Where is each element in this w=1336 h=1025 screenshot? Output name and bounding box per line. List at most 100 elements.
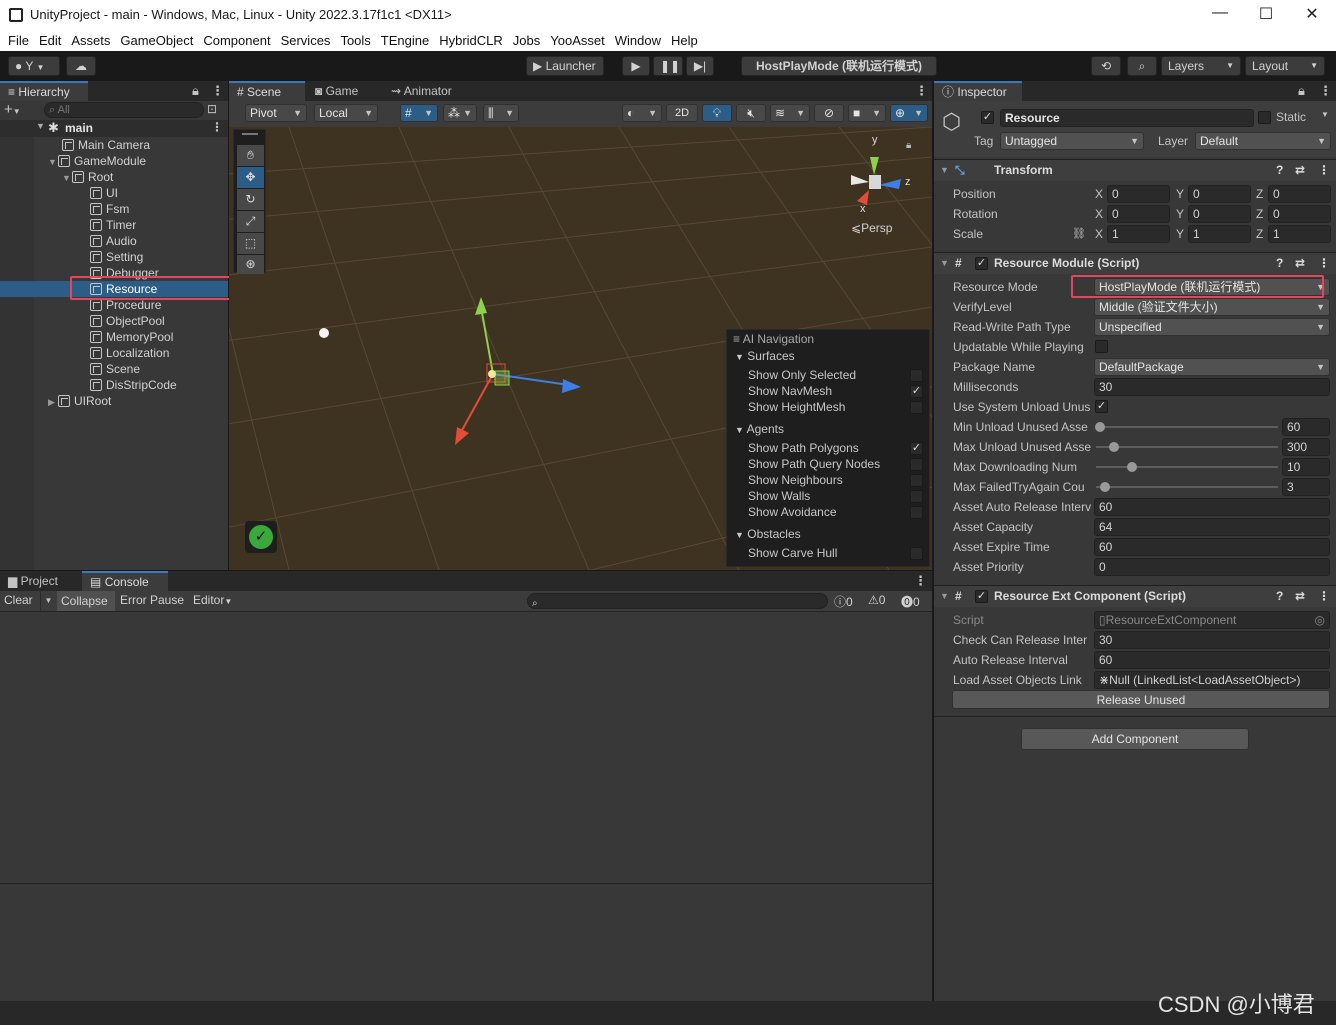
menu-yooasset[interactable]: YooAsset [545, 31, 609, 50]
persp-label[interactable]: ⩽Persp [851, 221, 892, 235]
drag-handle-icon[interactable] [242, 133, 258, 135]
local-dropdown[interactable]: Local ▼ [314, 104, 378, 122]
show-path-polygons-checkbox[interactable]: ✓ [910, 442, 923, 455]
release-unused-button[interactable]: Release Unused [952, 690, 1330, 709]
chevron-down-icon[interactable]: ▼ [1321, 110, 1329, 119]
menu-component[interactable]: Component [198, 31, 275, 50]
max-failed-slider[interactable] [1096, 486, 1278, 488]
menu-tengine[interactable]: TEngine [376, 31, 434, 50]
hidden-objects-icon[interactable]: ⊘ [814, 104, 844, 122]
menu-edit[interactable]: Edit [34, 31, 66, 50]
play-icon[interactable]: ▶ [622, 56, 650, 76]
add-object-button[interactable]: +▼ [4, 101, 30, 119]
launcher-button[interactable]: ▶ Launcher [526, 56, 604, 76]
priority-input[interactable]: 0 [1094, 558, 1330, 576]
tab-project[interactable]: ▆ Project [0, 571, 66, 591]
kebab-menu-icon[interactable]: ⋮ [211, 120, 223, 134]
verify-level-dropdown[interactable]: Middle (验证文件大小) ▼ [1094, 298, 1330, 316]
maximize-icon[interactable]: ☐ [1251, 4, 1281, 26]
camera-dropdown[interactable]: ■ ▼ [848, 104, 886, 122]
min-unload-slider[interactable] [1096, 426, 1278, 428]
gizmos-dropdown[interactable]: ⊕ ▼ [890, 104, 928, 122]
layer-dropdown[interactable]: Default ▼ [1195, 132, 1331, 150]
surfaces-heading[interactable]: ▼ Surfaces [735, 348, 795, 364]
account-dropdown[interactable]: ● Y ▼ [8, 56, 60, 76]
transform-tool-icon[interactable]: ⊛ [237, 255, 264, 274]
transform-header[interactable]: ▼ ⤡ Transform ? ⇄ ⋮ [934, 159, 1336, 181]
pivot-dropdown[interactable]: Pivot ▼ [245, 104, 307, 122]
layers-dropdown[interactable]: Layers ▼ [1161, 56, 1241, 76]
position-y-input[interactable]: 0 [1188, 185, 1251, 203]
ext-auto-release-input[interactable]: 60 [1094, 651, 1330, 669]
rotation-z-input[interactable]: 0 [1268, 205, 1331, 223]
max-unload-input[interactable]: 300 [1282, 438, 1330, 456]
expand-arrow-icon[interactable]: ▼ [62, 170, 72, 186]
info-count-toggle[interactable]: ⓘ0 [834, 593, 853, 610]
grid-snap-toggle[interactable]: # ▼ [400, 104, 438, 122]
menu-gameobject[interactable]: GameObject [115, 31, 198, 50]
hierarchy-item-memorypool[interactable]: MemoryPool [90, 329, 173, 345]
kebab-menu-icon[interactable]: ⋮ [1318, 586, 1330, 607]
scene-header-row[interactable]: ▼ ✱ main ⋮ [0, 120, 228, 137]
lock-icon[interactable]: 🔒︎ [1298, 83, 1305, 99]
tag-dropdown[interactable]: Untagged ▼ [1000, 132, 1144, 150]
min-unload-input[interactable]: 60 [1282, 418, 1330, 436]
play-mode-selector[interactable]: HostPlayMode (联机运行模式) [741, 56, 937, 76]
max-downloading-slider-knob[interactable] [1127, 462, 1138, 472]
scene-visibility-icon[interactable]: ⊡ [207, 102, 217, 116]
expand-arrow-icon[interactable]: ▼ [48, 154, 58, 170]
hierarchy-search-input[interactable]: ⌕ All [44, 102, 204, 118]
expand-arrow-icon[interactable]: ▶ [48, 394, 58, 410]
max-unload-slider[interactable] [1096, 446, 1278, 448]
scene-viewport[interactable]: y z x 🔒︎ ⩽Persp ✋︎ ✥ ↻ ⤢ ⬚ ⊛ ✓ ≡ AI Navi… [229, 127, 932, 570]
resource-module-header[interactable]: ▼ # ✓ Resource Module (Script) ? ⇄ ⋮ [934, 252, 1336, 274]
max-downloading-input[interactable]: 10 [1282, 458, 1330, 476]
component-enabled-checkbox[interactable]: ✓ [975, 257, 988, 270]
menu-assets[interactable]: Assets [66, 31, 115, 50]
search-icon[interactable]: ⌕ [1127, 56, 1157, 76]
preset-icon[interactable]: ⇄ [1295, 586, 1305, 607]
drag-handle-icon[interactable]: ≡ [733, 332, 740, 346]
rect-tool-icon[interactable]: ⬚ [237, 233, 264, 254]
tab-inspector[interactable]: ⓘ Inspector [934, 81, 1022, 101]
max-failed-input[interactable]: 3 [1282, 478, 1330, 496]
lock-icon[interactable]: 🔒︎ [906, 140, 911, 151]
show-only-selected-checkbox[interactable] [910, 369, 923, 382]
hierarchy-item-scene[interactable]: Scene [90, 361, 140, 377]
hierarchy-item-audio[interactable]: Audio [90, 233, 137, 249]
help-icon[interactable]: ? [1276, 253, 1283, 274]
rw-path-dropdown[interactable]: Unspecified ▼ [1094, 318, 1330, 336]
tab-console[interactable]: ▤ Console [82, 571, 168, 591]
menu-jobs[interactable]: Jobs [508, 31, 545, 50]
mode-2d-toggle[interactable]: 2D [666, 104, 698, 122]
kebab-menu-icon[interactable]: ⋮ [211, 83, 224, 99]
hierarchy-item-setting[interactable]: Setting [90, 249, 143, 265]
hierarchy-item-main-camera[interactable]: Main Camera [62, 137, 150, 153]
clear-button[interactable]: Clear [4, 593, 33, 607]
component-enabled-checkbox[interactable]: ✓ [975, 590, 988, 603]
tab-scene[interactable]: # Scene [229, 81, 305, 101]
hierarchy-item-timer[interactable]: Timer [90, 217, 136, 233]
obstacles-heading[interactable]: ▼ Obstacles [735, 526, 801, 542]
cloud-icon[interactable]: ☁ [66, 56, 96, 76]
milliseconds-input[interactable]: 30 [1094, 378, 1330, 396]
position-z-input[interactable]: 0 [1268, 185, 1331, 203]
menu-services[interactable]: Services [276, 31, 336, 50]
scale-tool-icon[interactable]: ⤢ [237, 211, 264, 232]
show-walls-checkbox[interactable] [910, 490, 923, 503]
kebab-menu-icon[interactable]: ⋮ [1318, 160, 1330, 181]
hierarchy-item-fsm[interactable]: Fsm [90, 201, 129, 217]
link-icon[interactable]: ⛓︎ [1072, 225, 1086, 243]
pause-icon[interactable]: ❚❚ [653, 56, 683, 76]
tab-hierarchy[interactable]: ≡ Hierarchy [0, 81, 88, 101]
hand-tool-icon[interactable]: ✋︎ [237, 145, 264, 166]
hierarchy-item-root[interactable]: ▼ Root [62, 169, 113, 185]
ruler-icon[interactable]: ⫼ ▼ [483, 104, 519, 122]
effects-dropdown[interactable]: ≋ ▼ [770, 104, 810, 122]
capacity-input[interactable]: 64 [1094, 518, 1330, 536]
audio-mute-icon[interactable]: 🔇︎ [736, 104, 766, 122]
hierarchy-item-objectpool[interactable]: ObjectPool [90, 313, 165, 329]
hierarchy-item-gamemodule[interactable]: ▼ GameModule [48, 153, 146, 169]
snap-increment-dropdown[interactable]: ⁂ ▼ [443, 104, 477, 122]
collapse-toggle[interactable]: Collapse [57, 591, 115, 611]
